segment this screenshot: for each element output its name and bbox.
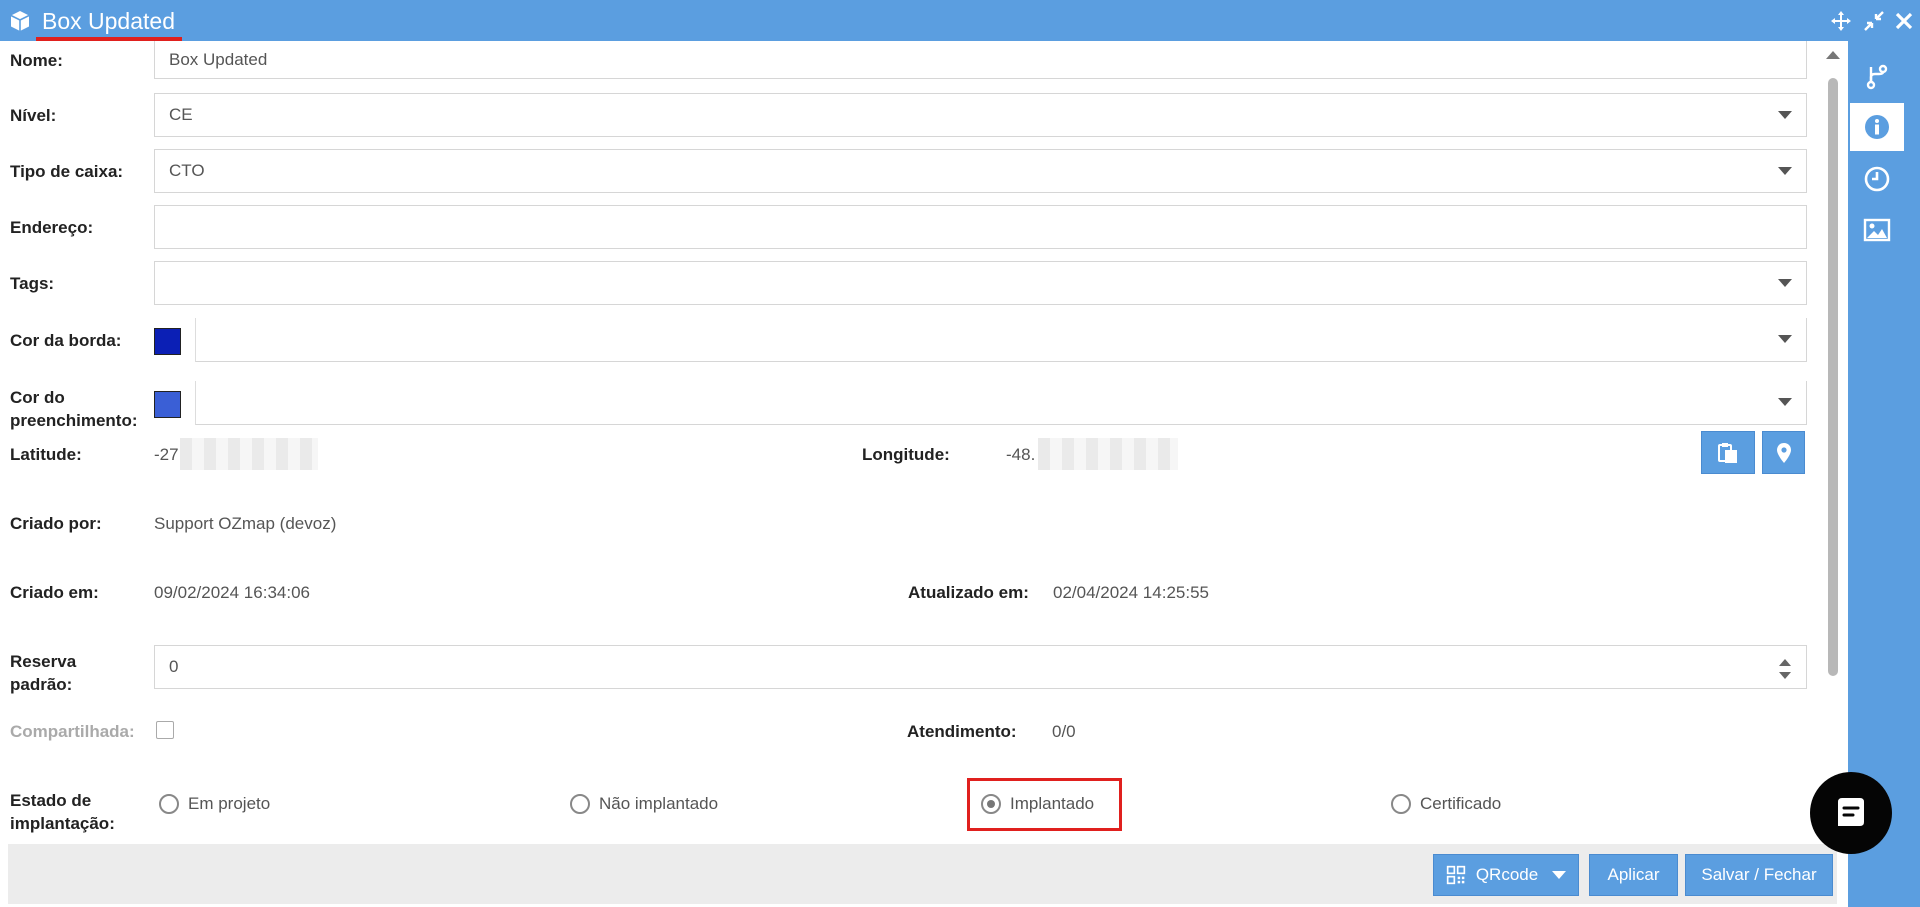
spinner-arrows-icon[interactable] [1778, 656, 1792, 682]
chat-icon [1838, 798, 1864, 826]
nome-input[interactable]: Box Updated [154, 41, 1807, 79]
chevron-down-icon [1778, 111, 1792, 119]
nivel-value: CE [169, 105, 193, 124]
collapse-icon[interactable] [1863, 10, 1885, 32]
image-icon [1863, 218, 1891, 242]
radio-circle-icon [1391, 794, 1411, 814]
move-icon[interactable] [1830, 10, 1852, 32]
locate-on-map-button[interactable] [1762, 431, 1805, 474]
nome-value: Box Updated [169, 49, 268, 69]
compartilhada-label: Compartilhada: [10, 722, 135, 741]
sidebar-item-info[interactable] [1850, 103, 1904, 151]
longitude-redacted [1038, 438, 1178, 470]
reserva-padrao-label: Reserva padrão: [10, 652, 77, 694]
chevron-down-icon [1778, 167, 1792, 175]
chevron-down-icon [1778, 279, 1792, 287]
latitude-value: -27 [154, 445, 179, 464]
nome-label: Nome: [10, 51, 63, 70]
radio-certificado[interactable]: Certificado [1391, 794, 1501, 814]
estado-implantacao-label: Estado de implantação: [10, 791, 115, 833]
longitude-label: Longitude: [862, 445, 950, 464]
reserva-padrao-input[interactable]: 0 [154, 645, 1807, 689]
nivel-label: Nível: [10, 106, 57, 125]
sidebar-item-connections[interactable] [1850, 53, 1904, 101]
criado-por-value: Support OZmap (devoz) [154, 514, 337, 533]
cor-borda-swatch[interactable] [154, 328, 181, 355]
tipo-caixa-label: Tipo de caixa: [10, 162, 124, 181]
atendimento-value: 0/0 [1052, 722, 1076, 741]
longitude-value: -48. [1006, 445, 1036, 464]
chat-widget-button[interactable] [1810, 772, 1892, 854]
info-icon [1865, 115, 1889, 139]
sidebar-item-history[interactable] [1850, 155, 1904, 203]
tipo-caixa-select[interactable]: CTO [154, 149, 1807, 193]
qrcode-icon [1446, 865, 1465, 885]
qrcode-button[interactable]: QRcode [1433, 854, 1579, 896]
reserva-padrao-value: 0 [169, 657, 179, 676]
tipo-caixa-value: CTO [169, 161, 205, 180]
tags-label: Tags: [10, 274, 55, 293]
atualizado-em-value: 02/04/2024 14:25:55 [1053, 583, 1209, 602]
endereco-label: Endereço: [10, 218, 94, 237]
form-footer: QRcode Aplicar Salvar / Fechar [8, 844, 1837, 904]
chevron-down-icon [1778, 398, 1792, 406]
map-pin-icon [1776, 442, 1791, 463]
branch-icon [1866, 64, 1888, 90]
criado-em-value: 09/02/2024 16:34:06 [154, 583, 310, 602]
cor-preenchimento-swatch[interactable] [154, 391, 181, 418]
radio-circle-icon [159, 794, 179, 814]
window-title: Box Updated [42, 8, 175, 34]
tags-select[interactable] [154, 261, 1807, 305]
latitude-label: Latitude: [10, 445, 82, 464]
paste-icon [1718, 442, 1737, 463]
box-form: Nome: Box Updated Nível: CE Tipo de caix… [0, 41, 1826, 844]
close-icon[interactable] [1893, 10, 1915, 32]
radio-circle-icon [570, 794, 590, 814]
nivel-select[interactable]: CE [154, 93, 1807, 137]
box-icon [10, 11, 30, 31]
apply-button[interactable]: Aplicar [1589, 854, 1678, 896]
latitude-redacted [180, 438, 318, 470]
radio-nao-implantado[interactable]: Não implantado [570, 794, 718, 814]
copy-coordinates-button[interactable] [1701, 431, 1755, 474]
chevron-down-icon [1552, 871, 1567, 879]
atualizado-em-label: Atualizado em: [908, 583, 1029, 602]
radio-em-projeto[interactable]: Em projeto [159, 794, 270, 814]
qrcode-label: QRcode [1475, 865, 1539, 884]
chevron-down-icon [1778, 335, 1792, 343]
criado-em-label: Criado em: [10, 583, 99, 602]
cor-borda-select[interactable] [195, 318, 1807, 362]
clock-icon [1864, 166, 1890, 192]
cor-preenchimento-select[interactable] [195, 381, 1807, 425]
selection-highlight-annotation [967, 778, 1122, 831]
sidebar-item-images[interactable] [1850, 206, 1904, 254]
window-titlebar: Box Updated [0, 0, 1920, 41]
criado-por-label: Criado por: [10, 514, 102, 533]
scrollbar-thumb[interactable] [1828, 78, 1838, 676]
cor-preenchimento-label: Cor do preenchimento: [10, 388, 138, 430]
save-close-button[interactable]: Salvar / Fechar [1685, 854, 1833, 896]
atendimento-label: Atendimento: [907, 722, 1017, 741]
scroll-up-icon[interactable] [1826, 51, 1840, 59]
compartilhada-checkbox[interactable] [156, 721, 174, 739]
endereco-input[interactable] [154, 205, 1807, 249]
cor-borda-label: Cor da borda: [10, 331, 122, 350]
